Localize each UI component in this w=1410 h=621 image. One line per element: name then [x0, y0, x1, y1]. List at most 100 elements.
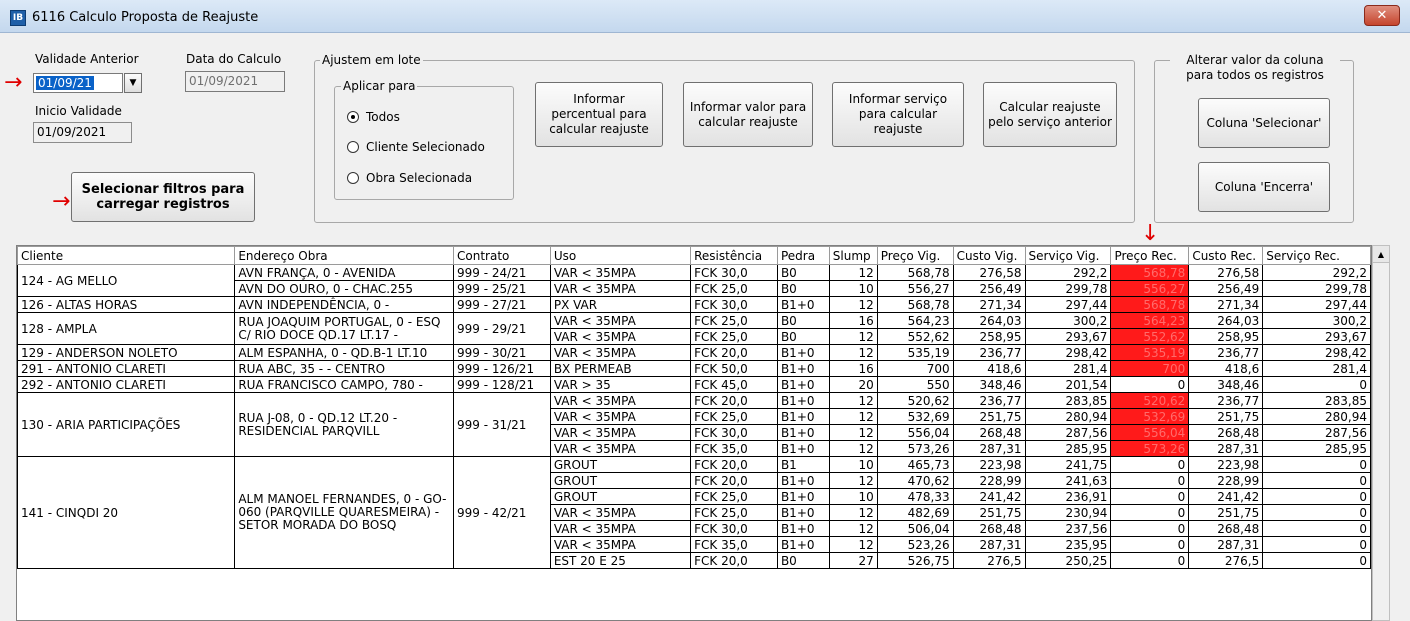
table-cell[interactable]: AVN INDEPENDÊNCIA, 0 -: [234, 296, 454, 313]
table-cell[interactable]: 251,75: [1188, 408, 1264, 425]
calcular-reajuste-button[interactable]: Calcular reajuste pelo serviço anterior: [983, 82, 1117, 147]
table-cell[interactable]: 999 - 27/21: [453, 296, 551, 313]
table-cell[interactable]: 556,27: [1110, 280, 1190, 297]
table-cell[interactable]: 999 - 126/21: [453, 360, 551, 377]
table-cell[interactable]: 285,95: [1024, 440, 1112, 457]
table-row[interactable]: 124 - AG MELLO AVN FRANÇA, 0 - AVENIDA 999…: [17, 264, 1371, 297]
table-cell[interactable]: B0: [776, 280, 830, 297]
table-cell[interactable]: 999 - 31/21: [453, 392, 551, 457]
table-cell[interactable]: 236,77: [1188, 392, 1264, 409]
table-cell[interactable]: 999 - 29/21: [453, 312, 551, 345]
data-grid[interactable]: Cliente Endereço Obra Contrato Uso Resistênc…: [16, 245, 1372, 621]
table-cell[interactable]: FCK 25,0: [690, 504, 778, 521]
table-cell[interactable]: VAR < 35MPA: [549, 520, 692, 537]
table-cell[interactable]: 478,33: [876, 488, 954, 505]
table-row[interactable]: 141 - CINQDI 20 ALM MANOEL FERNANDES, 0 -…: [17, 456, 1371, 569]
table-cell[interactable]: FCK 25,0: [690, 280, 778, 297]
table-cell[interactable]: B1+0: [776, 408, 830, 425]
table-cell[interactable]: 128 - AMPLA: [17, 312, 236, 345]
table-cell[interactable]: 0: [1262, 536, 1371, 553]
table-cell[interactable]: 0: [1262, 504, 1371, 521]
chevron-down-icon[interactable]: ▼: [124, 73, 142, 93]
table-cell[interactable]: 241,63: [1024, 472, 1112, 489]
table-cell[interactable]: 0: [1110, 456, 1190, 473]
informar-percentual-button[interactable]: Informar percentual para calcular reajus…: [535, 82, 663, 147]
table-cell[interactable]: 12: [828, 296, 878, 313]
table-cell[interactable]: 276,58: [952, 264, 1026, 281]
table-cell[interactable]: 27: [828, 552, 878, 569]
table-cell[interactable]: VAR < 35MPA: [549, 328, 692, 345]
table-cell[interactable]: VAR < 35MPA: [549, 264, 692, 281]
vertical-scrollbar[interactable]: ▲: [1372, 245, 1390, 621]
table-cell[interactable]: 520,62: [1110, 392, 1190, 409]
table-cell[interactable]: VAR < 35MPA: [549, 536, 692, 553]
table-cell[interactable]: 287,56: [1024, 424, 1112, 441]
close-button[interactable]: ✕: [1364, 5, 1400, 26]
table-cell[interactable]: 0: [1110, 376, 1190, 393]
table-cell[interactable]: 251,75: [952, 504, 1026, 521]
table-cell[interactable]: 293,67: [1262, 328, 1371, 345]
table-cell[interactable]: 276,58: [1188, 264, 1264, 281]
table-cell[interactable]: 535,19: [876, 344, 954, 361]
table-cell[interactable]: FCK 25,0: [690, 488, 778, 505]
table-cell[interactable]: 12: [828, 392, 878, 409]
table-cell[interactable]: 297,44: [1024, 296, 1112, 313]
table-cell[interactable]: 129 - ANDERSON NOLETO: [17, 344, 236, 361]
table-cell[interactable]: BX PERMEAB: [549, 360, 692, 377]
column-header[interactable]: Endereço Obra: [234, 246, 454, 265]
table-cell[interactable]: 10: [828, 280, 878, 297]
table-cell[interactable]: B1: [776, 456, 830, 473]
table-cell[interactable]: 0: [1110, 488, 1190, 505]
table-cell[interactable]: 700: [876, 360, 954, 377]
table-cell[interactable]: 556,27: [876, 280, 954, 297]
table-cell[interactable]: FCK 20,0: [690, 472, 778, 489]
table-cell[interactable]: 523,26: [876, 536, 954, 553]
table-cell[interactable]: 241,75: [1024, 456, 1112, 473]
table-cell[interactable]: AVN DO OURO, 0 - CHAC.255: [234, 280, 454, 297]
table-cell[interactable]: ALM ESPANHA, 0 - QD.B-1 LT.10: [234, 344, 454, 361]
table-cell[interactable]: 520,62: [876, 392, 954, 409]
table-cell[interactable]: FCK 35,0: [690, 440, 778, 457]
table-cell[interactable]: 268,48: [952, 520, 1026, 537]
table-cell[interactable]: GROUT: [549, 472, 692, 489]
table-cell[interactable]: VAR < 35MPA: [549, 344, 692, 361]
table-cell[interactable]: B0: [776, 328, 830, 345]
table-cell[interactable]: 0: [1262, 488, 1371, 505]
column-header[interactable]: Preço Rec.: [1110, 246, 1190, 265]
table-cell[interactable]: 281,4: [1262, 360, 1371, 377]
table-cell[interactable]: 251,75: [952, 408, 1026, 425]
table-cell[interactable]: 236,91: [1024, 488, 1112, 505]
column-header[interactable]: Serviço Rec.: [1262, 246, 1371, 265]
table-cell[interactable]: 285,95: [1262, 440, 1371, 457]
table-cell[interactable]: 999 - 128/21: [453, 376, 551, 393]
column-header[interactable]: Resistência: [690, 246, 778, 265]
table-cell[interactable]: 280,94: [1262, 408, 1371, 425]
table-cell[interactable]: 281,4: [1024, 360, 1112, 377]
table-cell[interactable]: 568,78: [1110, 296, 1190, 313]
table-cell[interactable]: 299,78: [1262, 280, 1371, 297]
table-cell[interactable]: 12: [828, 264, 878, 281]
table-cell[interactable]: PX VAR: [549, 296, 692, 313]
table-cell[interactable]: EST 20 E 25: [549, 552, 692, 569]
scroll-up-arrow-icon[interactable]: ▲: [1373, 246, 1389, 263]
table-row[interactable]: 126 - ALTAS HORAS AVN INDEPENDÊNCIA, 0 -9…: [17, 296, 1371, 313]
table-cell[interactable]: FCK 30,0: [690, 424, 778, 441]
table-cell[interactable]: 418,6: [952, 360, 1026, 377]
table-cell[interactable]: 292,2: [1262, 264, 1371, 281]
table-cell[interactable]: ALM MANOEL FERNANDES, 0 - GO-060 (PARQVI…: [234, 456, 454, 569]
table-cell[interactable]: 264,03: [1188, 312, 1264, 329]
table-cell[interactable]: B1+0: [776, 296, 830, 313]
table-cell[interactable]: VAR > 35: [549, 376, 692, 393]
table-cell[interactable]: 526,75: [876, 552, 954, 569]
table-cell[interactable]: 298,42: [1262, 344, 1371, 361]
table-cell[interactable]: VAR < 35MPA: [549, 280, 692, 297]
table-cell[interactable]: 348,46: [1188, 376, 1264, 393]
table-cell[interactable]: 0: [1110, 504, 1190, 521]
table-cell[interactable]: 223,98: [952, 456, 1026, 473]
table-cell[interactable]: 418,6: [1188, 360, 1264, 377]
table-cell[interactable]: 568,78: [1110, 264, 1190, 281]
table-row[interactable]: 291 - ANTONIO CLARETI RUA ABC, 35 - - CEN…: [17, 360, 1371, 377]
table-cell[interactable]: 236,77: [1188, 344, 1264, 361]
table-cell[interactable]: VAR < 35MPA: [549, 392, 692, 409]
table-cell[interactable]: B1+0: [776, 360, 830, 377]
